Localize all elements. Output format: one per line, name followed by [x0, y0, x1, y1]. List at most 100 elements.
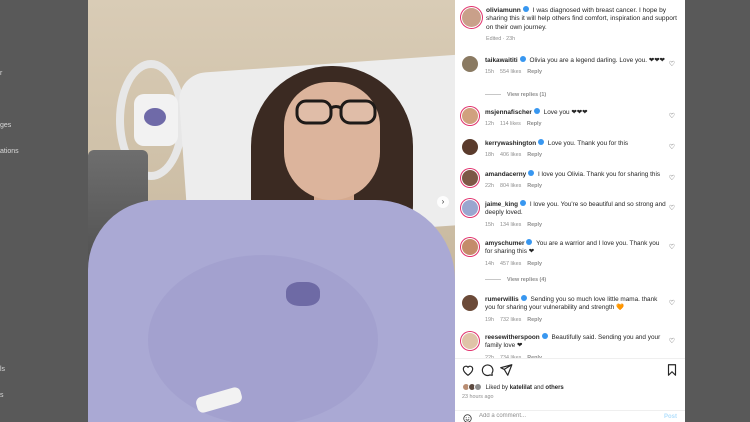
comment-age: 15h — [485, 221, 494, 228]
comment-likes[interactable]: 406 likes — [500, 152, 521, 158]
comment-username[interactable]: taikawaititi — [485, 57, 518, 64]
reply-button[interactable]: Reply — [527, 261, 542, 267]
avatar[interactable] — [462, 295, 478, 311]
comment-likes[interactable]: 457 likes — [500, 261, 521, 267]
comment-text: I love you Olivia. Thank you for sharing… — [538, 171, 661, 178]
nav-item-fragment[interactable]: ations — [0, 148, 19, 155]
avatar[interactable] — [462, 333, 478, 349]
comment-age: 22h — [485, 183, 494, 190]
post-sidebar-panel: oliviamunn I was diagnosed with breast c… — [455, 0, 685, 422]
comment-username[interactable]: rumerwillis — [485, 296, 519, 303]
liked-by-line: Liked by katelilat and others — [462, 383, 564, 391]
comment-age: 14h — [485, 260, 494, 267]
heart-icon[interactable]: ♡ — [669, 243, 675, 251]
comment-username[interactable]: kerrywashington — [485, 140, 536, 147]
verified-badge-icon — [519, 56, 526, 62]
comment-item: rumerwillis Sending you so much love lit… — [462, 295, 680, 324]
comment-text: Love you. Thank you for this — [547, 140, 629, 147]
comment-username[interactable]: msjennafischer — [485, 109, 532, 116]
comment-item: amandacerny I love you Olivia. Thank you… — [462, 170, 680, 191]
photo-gown-shadow — [148, 255, 378, 422]
verified-badge-icon — [520, 200, 527, 206]
comment-text: Love you ❤❤❤ — [543, 109, 588, 116]
avatar — [474, 383, 482, 391]
comment-item: msjennafischer Love you ❤❤❤ 12h 114 likes… — [462, 108, 680, 129]
comment-item: jaime_king I love you. You're so beautif… — [462, 200, 680, 229]
comment-likes[interactable]: 114 likes — [500, 121, 521, 127]
avatar[interactable] — [462, 8, 481, 27]
post-photo[interactable]: › — [88, 0, 455, 422]
heart-icon[interactable]: ♡ — [669, 337, 675, 345]
comment-age: 19h — [485, 316, 494, 323]
avatar[interactable] — [462, 239, 478, 255]
avatar[interactable] — [462, 170, 478, 186]
photo-glasses — [295, 99, 377, 125]
reply-button[interactable]: Reply — [527, 69, 542, 75]
left-nav-sidebar: r ges ations ls s — [0, 0, 88, 422]
nav-item-fragment[interactable]: ls — [0, 366, 5, 373]
reply-button[interactable]: Reply — [527, 222, 542, 228]
carousel-next-icon[interactable]: › — [437, 196, 449, 208]
comment-likes[interactable]: 732 likes — [500, 317, 521, 323]
comment-username[interactable]: amandacerny — [485, 171, 526, 178]
comment-likes[interactable]: 804 likes — [500, 183, 521, 189]
add-comment-input[interactable] — [479, 413, 649, 419]
reply-button[interactable]: Reply — [527, 317, 542, 323]
nav-item-fragment[interactable]: s — [0, 392, 4, 399]
post-action-bar: Liked by katelilat and others 23 hours a… — [455, 358, 685, 422]
liked-by-user[interactable]: katelilat — [510, 385, 532, 391]
verified-badge-icon — [533, 108, 540, 114]
share-icon[interactable] — [499, 363, 513, 377]
view-replies-button[interactable]: View replies (1) — [485, 92, 546, 98]
verified-badge-icon — [528, 170, 535, 176]
reply-button[interactable]: Reply — [527, 152, 542, 158]
comment-text: Olivia you are a legend darling. Love yo… — [529, 57, 665, 64]
comment-item: taikawaititi Olivia you are a legend dar… — [462, 56, 680, 77]
comment-item: amyschumer You are a warrior and I love … — [462, 239, 680, 268]
verified-badge-icon — [541, 333, 548, 339]
verified-badge-icon — [526, 239, 533, 245]
comment-age: 18h — [485, 152, 494, 159]
post-time-ago[interactable]: 23 hours ago — [462, 394, 493, 400]
add-comment-bar: Post — [455, 410, 685, 422]
comment-likes[interactable]: 134 likes — [500, 222, 521, 228]
avatar[interactable] — [462, 139, 478, 155]
comment-username[interactable]: amyschumer — [485, 240, 524, 247]
nav-item-fragment[interactable]: ges — [0, 122, 11, 129]
emoji-icon[interactable] — [463, 414, 472, 422]
verified-badge-icon — [520, 295, 527, 301]
post-comment-button[interactable]: Post — [664, 414, 677, 420]
verified-badge-icon — [522, 6, 529, 12]
avatar[interactable] — [462, 200, 478, 216]
comment-likes[interactable]: 554 likes — [500, 69, 521, 75]
comment-age: 15h — [485, 69, 494, 76]
liked-by-others[interactable]: others — [545, 385, 563, 391]
comment-age: 12h — [485, 121, 494, 128]
comment-username[interactable]: jaime_king — [485, 201, 518, 208]
liked-by-and: and — [533, 385, 544, 391]
liked-by-prefix: Liked by — [485, 385, 509, 391]
heart-icon[interactable]: ♡ — [669, 174, 675, 182]
caption-username[interactable]: oliviamunn — [486, 7, 521, 14]
heart-icon[interactable]: ♡ — [669, 204, 675, 212]
caption-edited: Edited · 23h — [486, 35, 516, 42]
reply-button[interactable]: Reply — [527, 121, 542, 127]
comment-username[interactable]: reesewitherspoon — [485, 334, 540, 341]
heart-icon[interactable]: ♡ — [669, 112, 675, 120]
heart-icon[interactable]: ♡ — [669, 299, 675, 307]
comment-icon[interactable] — [480, 363, 494, 377]
avatar[interactable] — [462, 56, 478, 72]
photo-gown-logo — [286, 282, 320, 306]
heart-icon[interactable]: ♡ — [669, 60, 675, 68]
avatar[interactable] — [462, 108, 478, 124]
bookmark-icon[interactable] — [665, 363, 679, 377]
heart-icon[interactable] — [461, 363, 475, 377]
view-replies-button[interactable]: View replies (4) — [485, 277, 546, 283]
heart-icon[interactable]: ♡ — [669, 143, 675, 151]
nav-item-fragment[interactable]: r — [0, 70, 2, 77]
comment-item: kerrywashington Love you. Thank you for … — [462, 139, 680, 160]
reply-button[interactable]: Reply — [527, 183, 542, 189]
verified-badge-icon — [538, 139, 545, 145]
post-caption: oliviamunn I was diagnosed with breast c… — [462, 6, 680, 43]
modal-backdrop[interactable] — [685, 0, 750, 422]
